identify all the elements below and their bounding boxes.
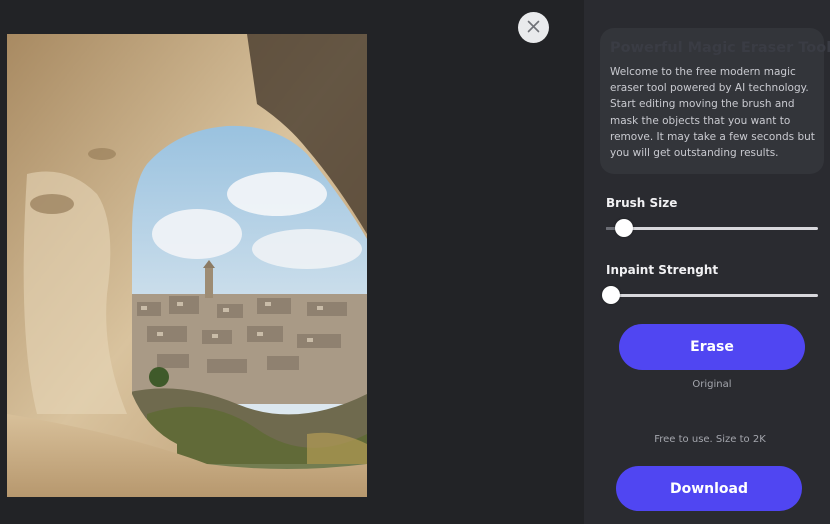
canvas-area [0, 0, 584, 524]
panel-title: Powerful Magic Eraser Tool [610, 40, 830, 56]
tool-panel: Powerful Magic Eraser Tool Welcome to th… [584, 0, 830, 524]
brush-size-thumb[interactable] [615, 219, 633, 237]
original-link[interactable]: Original [584, 379, 830, 390]
panel-description: Welcome to the free modern magic eraser … [610, 66, 815, 160]
brush-size-label: Brush Size [606, 196, 678, 210]
close-icon [527, 18, 540, 37]
info-card: Powerful Magic Eraser Tool Welcome to th… [600, 28, 830, 174]
edited-photo[interactable] [7, 34, 367, 497]
usage-note: Free to use. Size to 2K [654, 434, 766, 445]
inpaint-strength-thumb[interactable] [602, 286, 620, 304]
erase-button[interactable]: Erase [619, 324, 805, 370]
inpaint-strength-slider[interactable] [602, 286, 818, 304]
cave-landscape-image [7, 34, 367, 497]
download-button[interactable]: Download [616, 466, 802, 511]
close-button[interactable] [518, 12, 549, 43]
inpaint-strength-label: Inpaint Strenght [606, 263, 719, 277]
brush-size-slider[interactable] [606, 219, 818, 237]
